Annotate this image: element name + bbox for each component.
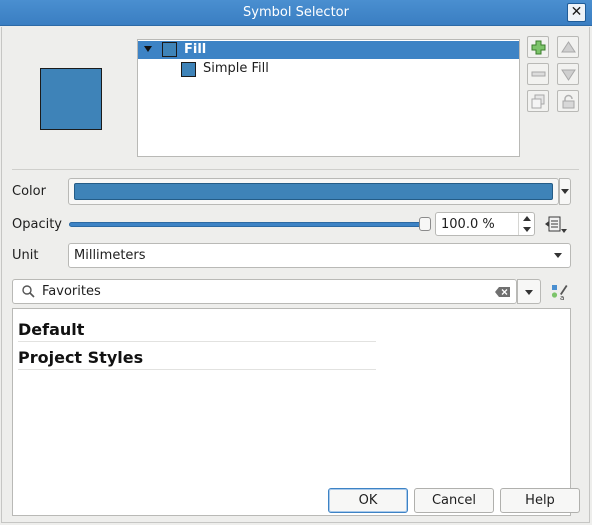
- close-button[interactable]: ✕: [567, 3, 586, 22]
- data-defined-override-icon: [545, 216, 567, 233]
- svg-text:a: a: [560, 294, 564, 302]
- color-label: Color: [12, 184, 46, 199]
- unit-label: Unit: [12, 248, 39, 263]
- color-swatch: [74, 183, 553, 200]
- search-input[interactable]: Favorites: [12, 279, 517, 304]
- ok-button[interactable]: OK: [328, 488, 408, 513]
- duplicate-layer-icon: [531, 94, 545, 109]
- expand-arrow-icon[interactable]: [144, 46, 152, 52]
- spin-arrows[interactable]: [518, 213, 534, 235]
- list-group-default[interactable]: Default: [18, 315, 376, 342]
- unit-combobox[interactable]: Millimeters: [68, 243, 571, 268]
- group-label: Project Styles: [18, 348, 144, 367]
- data-defined-override-button[interactable]: [544, 214, 570, 236]
- color-dropdown-button[interactable]: [559, 178, 571, 205]
- move-down-icon: [561, 69, 576, 81]
- increment-arrow-icon[interactable]: [523, 216, 531, 221]
- group-label: Default: [18, 320, 85, 339]
- chevron-down-icon: [525, 290, 533, 295]
- opacity-value[interactable]: 100.0 %: [441, 217, 495, 232]
- style-manager-button[interactable]: a: [550, 282, 568, 302]
- list-group-project-styles[interactable]: Project Styles: [18, 343, 376, 370]
- duplicate-layer-button[interactable]: [527, 90, 549, 112]
- divider: [12, 169, 579, 170]
- cancel-button[interactable]: Cancel: [414, 488, 494, 513]
- clear-icon[interactable]: [495, 286, 511, 298]
- chevron-down-icon: [554, 253, 562, 258]
- search-value[interactable]: Favorites: [42, 284, 101, 299]
- opacity-spinbox[interactable]: 100.0 %: [435, 212, 535, 236]
- remove-layer-button[interactable]: [527, 63, 549, 85]
- decrement-arrow-icon[interactable]: [523, 227, 531, 232]
- symbol-preview: [40, 68, 102, 130]
- opacity-slider-track[interactable]: [69, 222, 427, 227]
- tree-item-simple-fill[interactable]: Simple Fill: [138, 60, 519, 78]
- move-up-icon: [561, 41, 576, 53]
- move-down-button[interactable]: [557, 63, 579, 85]
- unit-value: Millimeters: [74, 248, 146, 263]
- search-icon: [22, 285, 35, 298]
- title-bar: Symbol Selector ✕: [0, 0, 592, 26]
- close-icon: ✕: [570, 4, 583, 20]
- simple-fill-swatch-icon: [181, 62, 196, 77]
- chevron-down-icon: [561, 189, 569, 194]
- tree-item-label: Simple Fill: [203, 61, 269, 76]
- remove-layer-icon: [531, 71, 546, 77]
- help-button[interactable]: Help: [500, 488, 580, 513]
- opacity-label: Opacity: [12, 217, 63, 232]
- window-title: Symbol Selector: [243, 5, 349, 20]
- style-manager-icon: a: [551, 285, 568, 302]
- move-up-button[interactable]: [557, 36, 579, 58]
- search-dropdown-button[interactable]: [517, 279, 541, 304]
- lock-layer-icon: [562, 94, 575, 109]
- symbol-layer-tree[interactable]: Fill Simple Fill: [137, 39, 520, 157]
- lock-layer-button[interactable]: [557, 90, 579, 112]
- fill-swatch-icon: [162, 42, 177, 57]
- opacity-slider-handle[interactable]: [419, 217, 431, 231]
- add-layer-icon: [531, 40, 546, 55]
- tree-item-label: Fill: [184, 42, 207, 57]
- symbol-library-list[interactable]: Default Project Styles: [12, 308, 571, 516]
- tree-item-fill[interactable]: Fill: [138, 41, 519, 59]
- color-button[interactable]: [68, 178, 559, 205]
- add-layer-button[interactable]: [527, 36, 549, 58]
